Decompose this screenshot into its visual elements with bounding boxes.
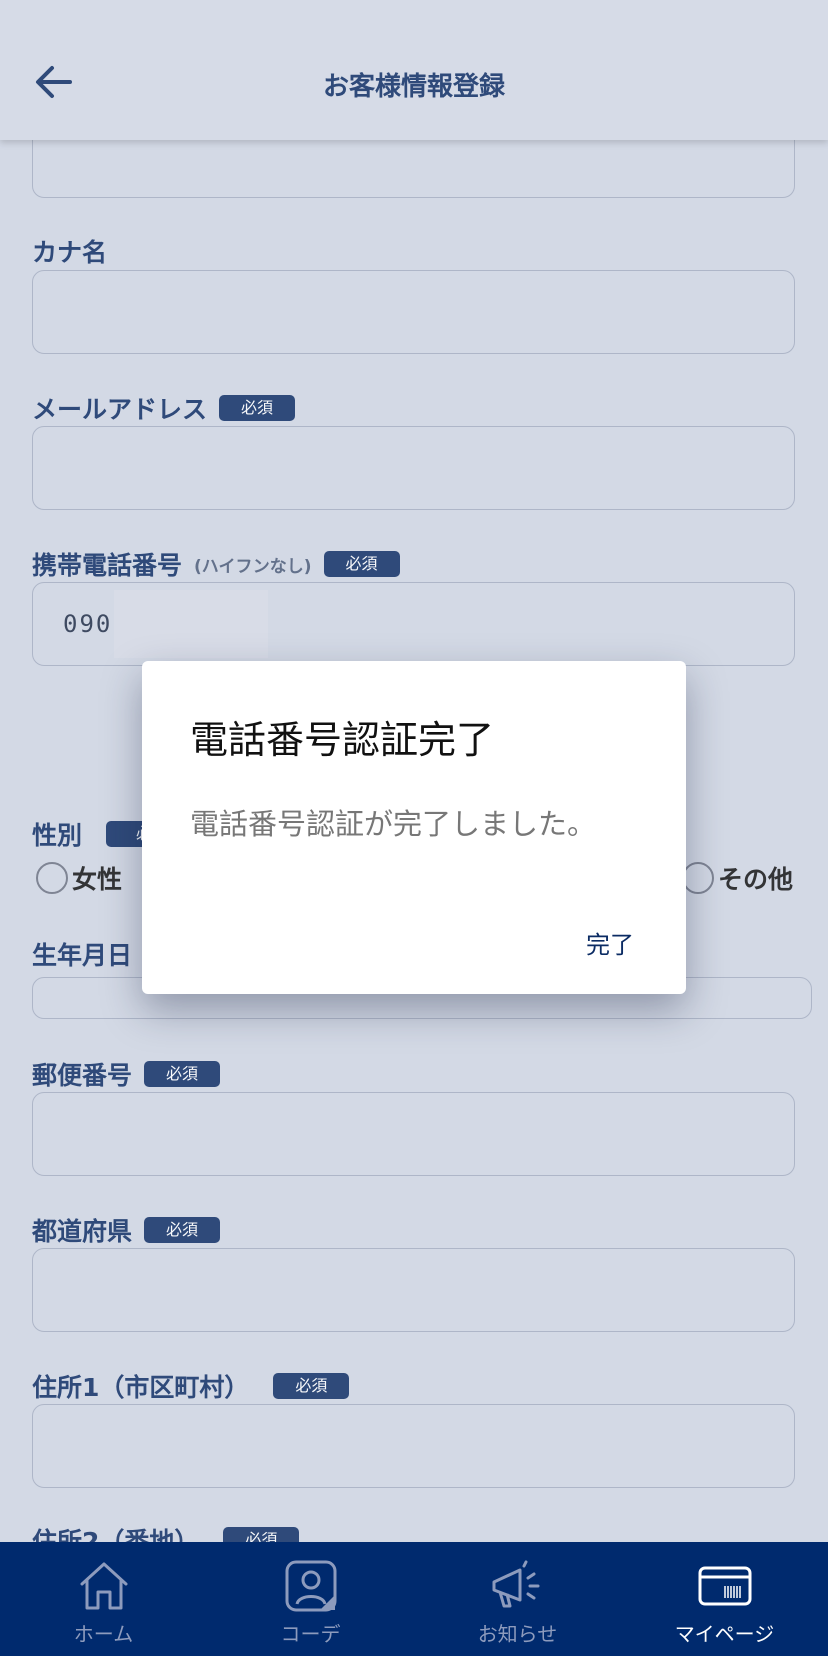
tab-home[interactable]: ホーム (0, 1542, 207, 1656)
dialog-done-button[interactable]: 完了 (586, 925, 634, 960)
verification-dialog: 電話番号認証完了 電話番号認証が完了しました。 完了 (142, 661, 686, 994)
tab-news-label: お知らせ (477, 1622, 558, 1646)
tab-home-label: ホーム (73, 1622, 134, 1646)
tab-outfit[interactable]: コーデ (207, 1542, 414, 1656)
bottom-tab-bar: ホーム コーデ お知らせ マイページ (0, 1542, 828, 1656)
megaphone-icon (492, 1560, 539, 1608)
tab-mypage[interactable]: マイページ (621, 1542, 828, 1656)
home-icon (80, 1562, 127, 1610)
card-icon (698, 1566, 751, 1606)
dialog-title: 電話番号認証完了 (190, 718, 495, 762)
outfit-icon (285, 1560, 336, 1612)
tab-news[interactable]: お知らせ (414, 1542, 621, 1656)
dialog-message: 電話番号認証が完了しました。 (190, 807, 597, 841)
tab-outfit-label: コーデ (280, 1622, 341, 1646)
tab-mypage-label: マイページ (674, 1622, 775, 1646)
